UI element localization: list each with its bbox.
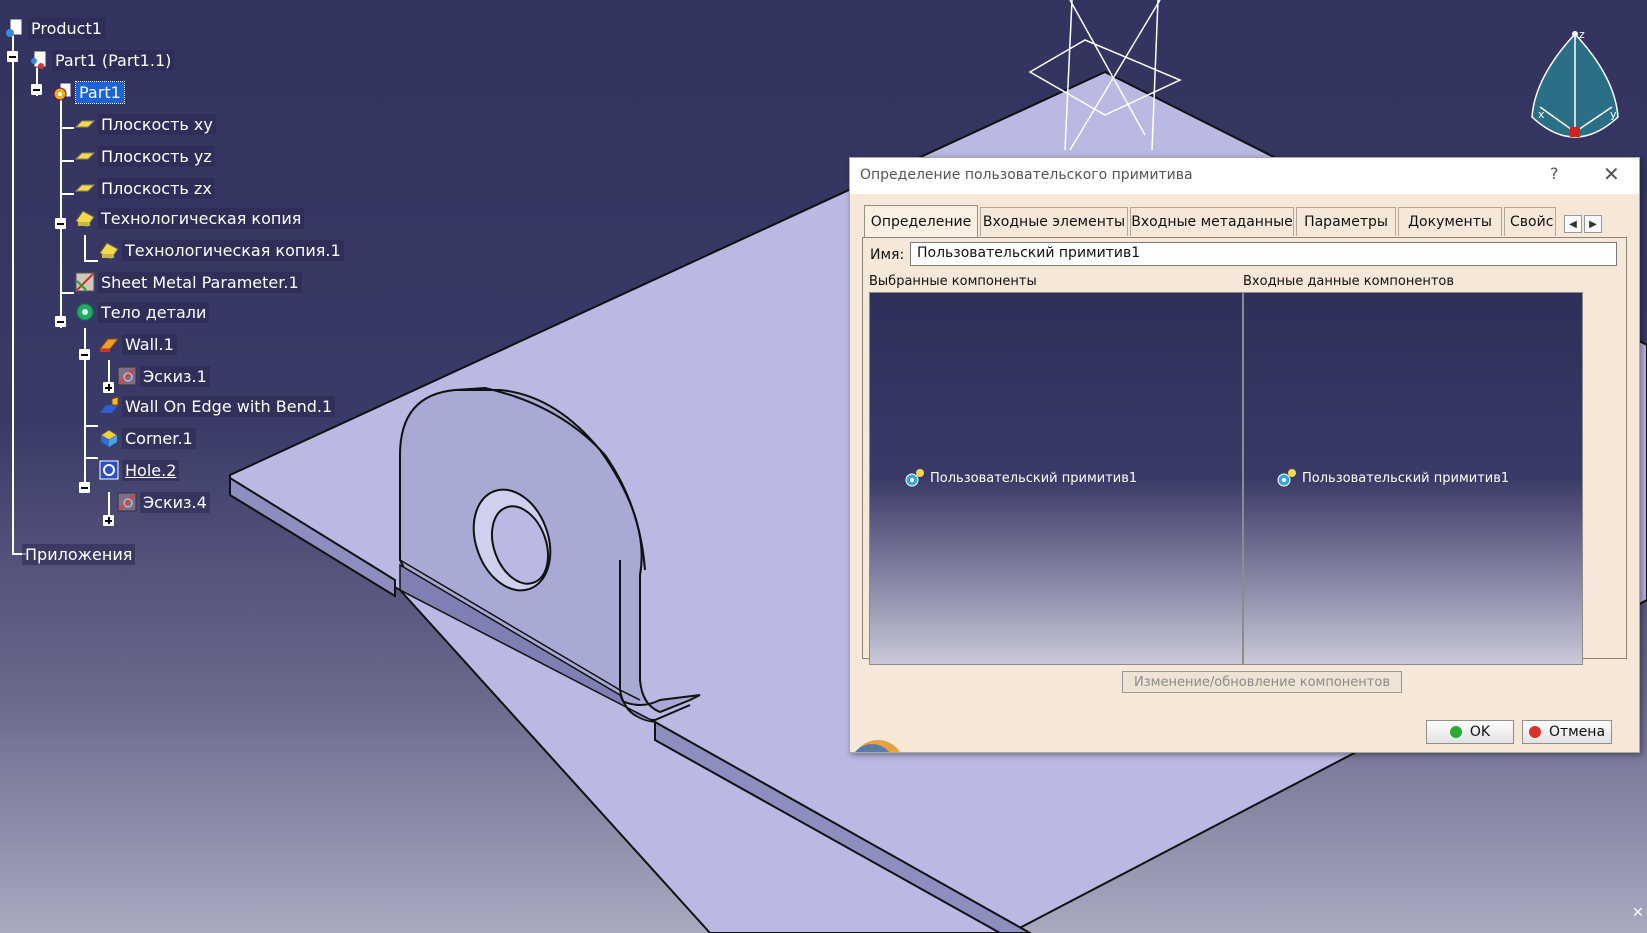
- tree-item-label: Технологическая копия: [98, 207, 305, 229]
- tab-definition[interactable]: Определение: [864, 205, 978, 237]
- tree-item-product1[interactable]: Product1: [4, 16, 105, 40]
- expander-part1-instance[interactable]: [7, 51, 18, 62]
- tab-documents[interactable]: Документы: [1398, 207, 1502, 236]
- product-icon: [6, 18, 23, 37]
- sketch-icon: [117, 492, 137, 512]
- plane-icon: [74, 152, 96, 160]
- tree-item-part1-instance[interactable]: Part1 (Part1.1): [28, 48, 175, 72]
- tree-item-label: Wall On Edge with Bend.1: [122, 395, 336, 417]
- hole-icon: [99, 460, 119, 480]
- update-components-button[interactable]: Изменение/обновление компонентов: [1122, 671, 1402, 693]
- tab-scroll-right-button[interactable]: ▶: [1584, 215, 1602, 233]
- expander-wall1[interactable]: [79, 349, 90, 360]
- plane-icon: [74, 184, 96, 192]
- dialog-title-bar[interactable]: Определение пользовательского примитива …: [850, 158, 1639, 194]
- wall-icon: [98, 338, 120, 352]
- tree-item-label: Part1 (Part1.1): [52, 49, 175, 71]
- tree-item-label: Технологическая копия.1: [122, 239, 344, 261]
- tab-scroll-left-button[interactable]: ◀: [1564, 215, 1582, 233]
- tab-input-metadata[interactable]: Входные метаданные: [1130, 207, 1294, 236]
- planet-logo-icon: [850, 726, 906, 752]
- expander-part1[interactable]: [31, 84, 42, 95]
- tree-item-sketch1[interactable]: Эскиз.1: [116, 364, 210, 388]
- list-item[interactable]: Пользовательский примитив1: [904, 467, 1137, 489]
- tree-item-label: Тело детали: [98, 301, 210, 323]
- tree-item-tech-copy[interactable]: Технологическая копия: [74, 206, 305, 230]
- input-data-header: Входные данные компонентов: [1243, 274, 1455, 289]
- expander-part-body[interactable]: [55, 316, 66, 327]
- expander-tech-copy[interactable]: [55, 218, 66, 229]
- user-feature-icon: [905, 469, 924, 487]
- ok-button-label: OK: [1469, 724, 1491, 740]
- tree-item-label: Corner.1: [122, 427, 196, 449]
- tree-item-part-body[interactable]: Тело детали: [74, 300, 210, 324]
- tree-item-hole2[interactable]: Hole.2: [98, 458, 180, 482]
- tree-item-label: Wall.1: [122, 333, 177, 355]
- dialog-tabs: Определение Входные элементы Входные мет…: [864, 205, 1629, 237]
- selected-components-list[interactable]: Пользовательский примитив1: [869, 292, 1243, 665]
- tree-item-plane-xy[interactable]: Плоскость xy: [74, 112, 216, 136]
- tree-item-plane-zx[interactable]: Плоскость zx: [74, 176, 215, 200]
- dialog-title: Определение пользовательского примитива: [860, 167, 1193, 183]
- corner-close-icon[interactable]: ✕: [1632, 905, 1644, 921]
- tree-item-label: Part1: [75, 80, 125, 104]
- tree-item-label: Product1: [28, 17, 105, 39]
- expander-sketch1[interactable]: [103, 382, 114, 393]
- list-item[interactable]: Пользовательский примитив1: [1276, 467, 1509, 489]
- plane-icon: [74, 120, 96, 128]
- wall-on-edge-icon: [100, 396, 119, 413]
- sketch-icon: [117, 366, 137, 386]
- tab-properties[interactable]: Свойс: [1504, 207, 1556, 236]
- tech-copy-icon: [99, 242, 119, 260]
- tab-parameters[interactable]: Параметры: [1296, 207, 1396, 236]
- user-feature-definition-dialog: Определение пользовательского примитива …: [849, 157, 1640, 753]
- expander-hole2[interactable]: [79, 482, 90, 493]
- tree-item-part1[interactable]: Part1: [52, 80, 125, 104]
- tree-item-label: Sheet Metal Parameter.1: [98, 271, 302, 293]
- user-feature-icon: [1277, 469, 1296, 487]
- tree-item-tech-copy-1[interactable]: Технологическая копия.1: [98, 238, 344, 262]
- tree-item-label: Плоскость yz: [98, 145, 215, 167]
- orientation-compass[interactable]: z x y: [1520, 22, 1630, 162]
- expander-sketch4[interactable]: [103, 515, 114, 526]
- cancel-button-label: Отмена: [1548, 724, 1606, 740]
- tree-item-plane-yz[interactable]: Плоскость yz: [74, 144, 215, 168]
- tree-item-label: Эскиз.1: [140, 365, 210, 387]
- compass-x-label: x: [1538, 108, 1545, 121]
- selected-components-header: Выбранные компоненты: [869, 274, 1037, 289]
- cancel-button[interactable]: Отмена: [1522, 720, 1612, 744]
- tree-item-label: Плоскость zx: [98, 177, 215, 199]
- compass-z-label: z: [1579, 28, 1585, 41]
- tree-item-sketch4[interactable]: Эскиз.4: [116, 490, 210, 514]
- tree-item-corner1[interactable]: Corner.1: [98, 426, 196, 450]
- tree-item-label: Приложения: [22, 543, 136, 565]
- list-item-label: Пользовательский примитив1: [930, 470, 1138, 486]
- specification-tree: Product1 Part1 (Part1.1) Part1 Плоскость…: [0, 0, 344, 580]
- name-label: Имя:: [870, 247, 905, 263]
- tree-item-label: Плоскость xy: [98, 113, 216, 135]
- cancel-icon: [1528, 726, 1541, 738]
- tree-item-applications[interactable]: Приложения: [22, 542, 136, 566]
- part-instance-icon: [31, 50, 47, 69]
- sheet-metal-parameter-icon: [75, 272, 95, 292]
- tech-copy-icon: [75, 210, 95, 228]
- tree-item-sheet-metal-parameter[interactable]: Sheet Metal Parameter.1: [74, 270, 302, 294]
- tree-item-label: Hole.2: [122, 459, 180, 481]
- tree-item-wall-on-edge[interactable]: Wall On Edge with Bend.1: [98, 394, 336, 418]
- input-data-list[interactable]: Пользовательский примитив1: [1243, 292, 1583, 665]
- tree-item-wall1[interactable]: Wall.1: [98, 332, 177, 356]
- ok-button[interactable]: OK: [1426, 720, 1514, 744]
- compass-y-label: y: [1610, 108, 1617, 121]
- list-item-label: Пользовательский примитив1: [1302, 470, 1510, 486]
- ok-icon: [1449, 726, 1462, 738]
- tab-input-elements[interactable]: Входные элементы: [980, 207, 1128, 236]
- tree-item-label: Эскиз.4: [140, 491, 210, 513]
- help-icon[interactable]: ?: [1550, 164, 1559, 183]
- name-input[interactable]: Пользовательский примитив1: [910, 242, 1617, 266]
- close-icon[interactable]: ✕: [1603, 162, 1620, 186]
- part-gear-icon: [53, 82, 72, 101]
- corner-icon: [100, 429, 118, 447]
- part-body-icon: [76, 303, 94, 321]
